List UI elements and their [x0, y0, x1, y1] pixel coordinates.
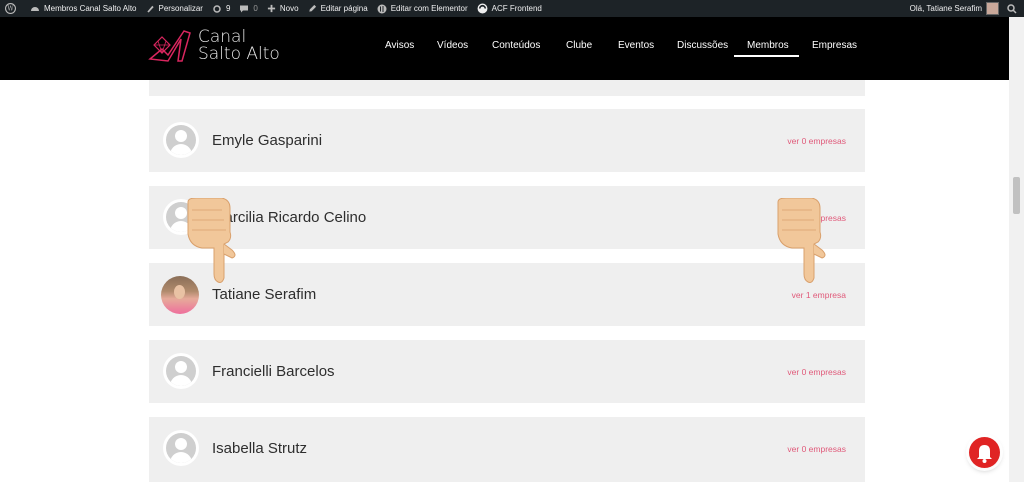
page-scrollbar[interactable]: [1009, 17, 1024, 482]
main-nav: Avisos Vídeos Conteúdos Clube Eventos Di…: [0, 37, 1024, 57]
nav-videos[interactable]: Vídeos: [437, 40, 468, 51]
acf-icon: [477, 3, 488, 14]
scrollbar-thumb[interactable]: [1013, 177, 1020, 214]
site-header: Canal Salto Alto Avisos Vídeos Conteúdos…: [0, 17, 1024, 80]
member-name[interactable]: Tatiane Serafim: [212, 286, 316, 303]
updates-count: 9: [225, 4, 231, 13]
nav-conteudos[interactable]: Conteúdos: [492, 40, 540, 51]
pointing-hand-icon: [187, 198, 236, 283]
nav-eventos[interactable]: Eventos: [618, 40, 654, 51]
comments-count: 0: [253, 4, 258, 13]
view-companies-link[interactable]: ver 0 empresas: [787, 367, 846, 377]
member-name[interactable]: Isabella Strutz: [212, 440, 307, 457]
member-card: Emyle Gasparini ver 0 empresas: [149, 109, 865, 172]
nav-empresas[interactable]: Empresas: [812, 40, 857, 51]
edit-page-label: Editar página: [320, 4, 368, 13]
default-avatar-icon[interactable]: [163, 122, 199, 158]
new-label: Novo: [279, 4, 299, 13]
default-avatar-icon[interactable]: [163, 430, 199, 466]
view-companies-link[interactable]: ver 1 empresa: [792, 290, 846, 300]
comments-link[interactable]: 0: [239, 4, 258, 14]
account-avatar[interactable]: [986, 2, 999, 15]
updates-icon: [213, 4, 221, 13]
nav-membros[interactable]: Membros: [747, 40, 789, 51]
dashboard-icon: [31, 6, 39, 11]
member-card: Francielli Barcelos ver 0 empresas: [149, 340, 865, 403]
edit-elementor-label: Editar com Elementor: [390, 4, 468, 13]
nav-clube[interactable]: Clube: [566, 40, 592, 51]
nav-avisos[interactable]: Avisos: [385, 40, 414, 51]
wordpress-icon: W: [5, 3, 16, 14]
svg-text:W: W: [7, 6, 14, 13]
nav-discussoes[interactable]: Discussões: [677, 40, 728, 51]
updates-link[interactable]: 9: [212, 4, 230, 14]
bell-icon: [977, 445, 992, 463]
default-avatar-icon[interactable]: [163, 353, 199, 389]
customize-label: Personalizar: [158, 4, 203, 13]
edit-page-link[interactable]: Editar página: [308, 4, 368, 13]
member-card: Tatiane Serafim ver 1 empresa: [149, 263, 865, 326]
view-companies-link[interactable]: ver 0 empresas: [787, 444, 846, 454]
edit-elementor-link[interactable]: Editar com Elementor: [377, 4, 468, 14]
acf-frontend-link[interactable]: ACF Frontend: [477, 3, 542, 14]
new-content-link[interactable]: Novo: [267, 4, 299, 13]
pointing-hand-icon: [777, 198, 826, 283]
member-name[interactable]: Francielli Barcelos: [212, 363, 335, 380]
wordpress-menu[interactable]: W: [5, 3, 20, 14]
search-icon[interactable]: [1007, 3, 1017, 14]
member-card: Isabella Strutz ver 0 empresas: [149, 417, 865, 482]
active-nav-indicator: [734, 55, 799, 57]
pencil-icon: [308, 4, 316, 12]
acf-frontend-label: ACF Frontend: [491, 4, 542, 13]
member-card-partial: [149, 80, 865, 96]
elementor-icon: [377, 4, 387, 13]
notification-bell-button[interactable]: [969, 437, 1000, 468]
wp-admin-bar: W Membros Canal Salto Alto Personalizar …: [0, 0, 1024, 17]
customize-link[interactable]: Personalizar: [146, 4, 203, 13]
member-card: Marcilia Ricardo Celino ver 0 empresas: [149, 186, 865, 249]
account-greeting[interactable]: Olá, Tatiane Serafim: [910, 4, 982, 13]
view-companies-link[interactable]: ver 0 empresas: [787, 136, 846, 146]
comment-icon: [240, 5, 249, 12]
plus-icon: [267, 4, 275, 13]
site-name-label: Membros Canal Salto Alto: [44, 4, 137, 13]
site-name-link[interactable]: Membros Canal Salto Alto: [30, 4, 137, 14]
brush-icon: [146, 5, 154, 13]
member-name[interactable]: Emyle Gasparini: [212, 132, 322, 149]
